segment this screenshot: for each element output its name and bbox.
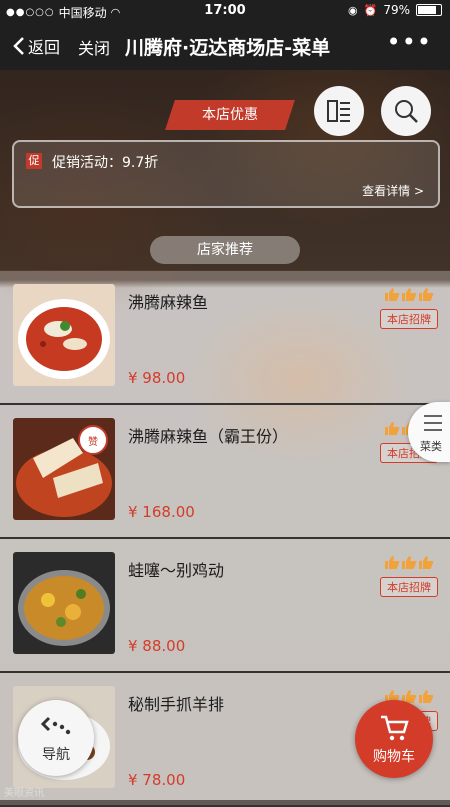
page-title: 川腾府·迈达商场店-菜单	[125, 37, 331, 59]
dish-name: 蛙噻～别鸡动	[128, 561, 225, 580]
thumbs-up-icon	[402, 556, 417, 569]
watermark: 美眼资讯	[4, 788, 44, 799]
cart-icon	[381, 715, 409, 741]
back-label: 返回	[28, 38, 61, 57]
recommend-label: 店家推荐	[150, 236, 300, 264]
svg-text:赞: 赞	[88, 435, 98, 448]
navigation-label: 导航	[42, 747, 70, 763]
back-button[interactable]: 返回	[12, 34, 60, 58]
promo-box[interactable]: 促 促销活动：9.7折 查看详情 >	[12, 140, 440, 208]
list-view-button[interactable]	[314, 86, 364, 136]
dish-name: 沸腾麻辣鱼	[128, 293, 209, 312]
promo-badge: 促	[26, 153, 42, 169]
dish-photo[interactable]: 赞	[13, 418, 115, 520]
close-button[interactable]: 关闭	[78, 35, 110, 59]
menu-lines-icon	[424, 415, 442, 431]
promo-tag: 本店优惠	[165, 100, 295, 130]
cart-label: 购物车	[373, 749, 415, 765]
search-icon	[395, 100, 418, 123]
nav-bar: 返回 关闭 川腾府·迈达商场店-菜单 •••	[0, 22, 450, 70]
dish-name: 沸腾麻辣鱼（霸王份）	[128, 427, 289, 446]
dots-arrow-icon	[40, 716, 71, 735]
dish-price: ¥ 78.00	[128, 771, 186, 789]
thumbs-up-icon	[419, 556, 434, 569]
promo-detail-link[interactable]: 查看详情 >	[362, 182, 424, 199]
category-label: 菜类	[420, 440, 442, 453]
alarm-icon: ⏰	[363, 3, 378, 17]
list-item[interactable]: 蛙噻～别鸡动 ¥ 88.00 本店招牌	[0, 539, 450, 673]
rating	[384, 287, 434, 301]
thumbs-up-icon	[385, 422, 400, 435]
chevron-left-icon	[13, 37, 24, 55]
dish-name: 秘制手抓羊排	[128, 695, 225, 714]
navigation-button[interactable]: 导航	[18, 700, 94, 776]
dish-photo[interactable]	[13, 552, 115, 654]
thumbs-up-icon	[402, 288, 417, 301]
list-item[interactable]: 沸腾麻辣鱼 ¥ 98.00 本店招牌	[0, 271, 450, 405]
dish-price: ¥ 168.00	[128, 503, 195, 521]
battery-percent: 79%	[383, 3, 410, 17]
promo-text: 促销活动：9.7折	[52, 155, 159, 171]
rating	[384, 555, 434, 569]
cart-button[interactable]: 购物车	[355, 700, 433, 778]
search-button[interactable]	[381, 86, 431, 136]
thumbs-up-icon	[419, 288, 434, 301]
more-menu-icon[interactable]: •••	[387, 28, 432, 56]
status-bar: ●●○○○ 中国移动 ◠ 17:00 ◉ ⏰ 79%	[0, 0, 450, 22]
signature-badge: 本店招牌	[380, 577, 438, 597]
list-item[interactable]: 赞 沸腾麻辣鱼（霸王份） ¥ 168.00 本店招牌	[0, 405, 450, 539]
dish-price: ¥ 98.00	[128, 369, 186, 387]
lock-rotation-icon: ◉	[348, 3, 358, 17]
dish-photo[interactable]	[13, 284, 115, 386]
thumbs-up-icon	[385, 288, 400, 301]
dish-price: ¥ 88.00	[128, 637, 186, 655]
list-icon	[327, 100, 350, 122]
battery-icon	[416, 4, 442, 16]
thumbs-up-icon	[385, 556, 400, 569]
signature-badge: 本店招牌	[380, 309, 438, 329]
thumbs-up-icon	[419, 690, 434, 703]
